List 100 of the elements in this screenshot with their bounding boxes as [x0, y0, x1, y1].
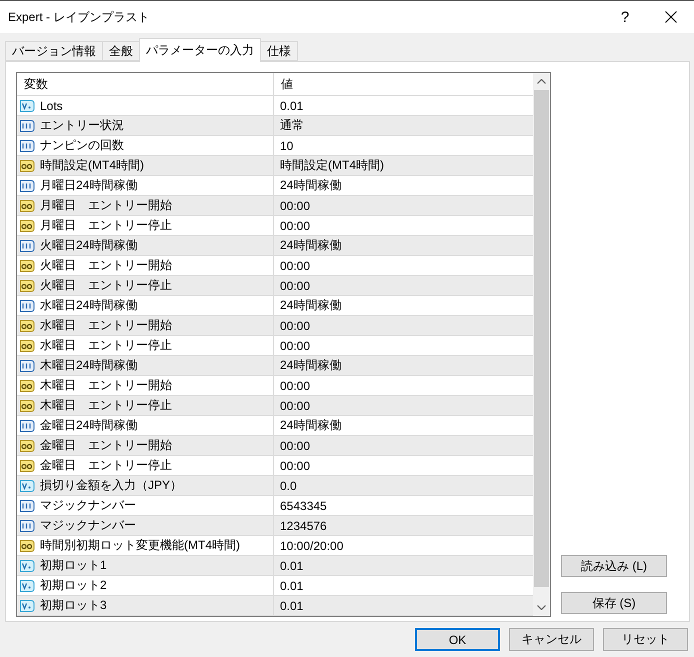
parameter-row[interactable]: 月曜日 エントリー停止 00:00 [17, 216, 533, 236]
type-icon [19, 418, 35, 434]
tab[interactable]: パラメーターの入力 [139, 38, 261, 62]
chevron-down-icon[interactable] [537, 605, 546, 610]
parameter-row[interactable]: マジックナンバー 6543345 [17, 496, 533, 516]
parameter-value[interactable]: 0.01 [274, 556, 533, 575]
parameter-value[interactable]: 24時間稼働 [274, 296, 533, 315]
parameter-value[interactable]: 00:00 [274, 336, 533, 355]
parameter-value[interactable]: 通常 [274, 116, 533, 135]
parameter-name: 損切り金額を入力（JPY） [40, 477, 182, 494]
cancel-button[interactable]: キャンセル [509, 628, 594, 651]
column-header[interactable]: 変数 [17, 73, 274, 95]
tab[interactable]: 全般 [102, 41, 140, 61]
parameter-name: 火曜日24時間稼働 [40, 237, 138, 254]
parameter-row[interactable]: Lots 0.01 [17, 96, 533, 116]
type-icon [19, 518, 35, 534]
parameter-row[interactable]: 水曜日 エントリー開始 00:00 [17, 316, 533, 336]
parameter-value[interactable]: 24時間稼働 [274, 416, 533, 435]
parameter-value[interactable]: 00:00 [274, 436, 533, 455]
scroll-thumb[interactable] [534, 90, 549, 587]
parameter-value[interactable]: 24時間稼働 [274, 176, 533, 195]
type-icon [19, 398, 35, 414]
parameter-value[interactable]: 0.0 [274, 476, 533, 495]
parameter-row[interactable]: 損切り金額を入力（JPY） 0.0 [17, 476, 533, 496]
parameter-value[interactable]: 00:00 [274, 376, 533, 395]
parameter-row[interactable]: 金曜日 エントリー開始 00:00 [17, 436, 533, 456]
parameter-row[interactable]: 木曜日 エントリー停止 00:00 [17, 396, 533, 416]
type-icon [19, 118, 35, 134]
type-icon [19, 458, 35, 474]
parameter-row[interactable]: 月曜日24時間稼働 24時間稼働 [17, 176, 533, 196]
type-icon [19, 158, 35, 174]
type-icon [19, 298, 35, 314]
parameter-value[interactable]: 00:00 [274, 216, 533, 235]
parameter-value[interactable]: 時間設定(MT4時間) [274, 156, 533, 175]
save-button[interactable]: 保存 (S) [561, 592, 667, 614]
parameter-row[interactable]: 初期ロット1 0.01 [17, 556, 533, 576]
parameter-value[interactable]: 00:00 [274, 276, 533, 295]
parameter-row[interactable]: 火曜日 エントリー開始 00:00 [17, 256, 533, 276]
parameter-row[interactable]: 時間別初期ロット変更機能(MT4時間) 10:00/20:00 [17, 536, 533, 556]
parameter-row[interactable]: エントリー状況 通常 [17, 116, 533, 136]
tab[interactable]: バージョン情報 [5, 41, 103, 61]
parameter-row[interactable]: 時間設定(MT4時間) 時間設定(MT4時間) [17, 156, 533, 176]
parameter-name: 初期ロット3 [40, 597, 107, 614]
parameter-value[interactable]: 00:00 [274, 456, 533, 475]
parameter-row[interactable]: 木曜日 エントリー開始 00:00 [17, 376, 533, 396]
parameter-row[interactable]: 火曜日 エントリー停止 00:00 [17, 276, 533, 296]
parameter-value[interactable]: 6543345 [274, 496, 533, 515]
parameter-name: 火曜日 エントリー開始 [40, 257, 172, 274]
chevron-up-icon[interactable] [537, 79, 546, 84]
type-icon [19, 438, 35, 454]
parameter-name: ナンピンの回数 [40, 137, 124, 154]
parameter-row[interactable]: 金曜日24時間稼働 24時間稼働 [17, 416, 533, 436]
type-icon [19, 98, 35, 114]
parameter-row[interactable]: 月曜日 エントリー開始 00:00 [17, 196, 533, 216]
parameter-name: マジックナンバー [40, 497, 136, 514]
parameter-value[interactable]: 24時間稼働 [274, 236, 533, 255]
type-icon [19, 198, 35, 214]
parameter-value[interactable]: 0.01 [274, 96, 533, 115]
type-icon [19, 178, 35, 194]
parameter-name: 水曜日 エントリー停止 [40, 337, 172, 354]
help-button[interactable]: ? [602, 1, 648, 33]
parameter-name: 時間別初期ロット変更機能(MT4時間) [40, 537, 240, 554]
parameter-value[interactable]: 00:00 [274, 256, 533, 275]
parameter-row[interactable]: 水曜日24時間稼働 24時間稼働 [17, 296, 533, 316]
tab[interactable]: 仕様 [260, 41, 298, 61]
parameter-value[interactable]: 1234576 [274, 516, 533, 535]
type-icon [19, 358, 35, 374]
parameter-value[interactable]: 10 [274, 136, 533, 155]
parameter-row[interactable]: 火曜日24時間稼働 24時間稼働 [17, 236, 533, 256]
parameter-name: 木曜日24時間稼働 [40, 357, 138, 374]
parameter-value[interactable]: 0.01 [274, 596, 533, 615]
parameter-name: マジックナンバー [40, 517, 136, 534]
parameter-row[interactable]: 水曜日 エントリー停止 00:00 [17, 336, 533, 356]
parameter-row[interactable]: 木曜日24時間稼働 24時間稼働 [17, 356, 533, 376]
parameter-name: 時間設定(MT4時間) [40, 157, 144, 174]
parameter-value[interactable]: 24時間稼働 [274, 356, 533, 375]
parameter-name: 水曜日24時間稼働 [40, 297, 138, 314]
parameter-name: 月曜日 エントリー開始 [40, 197, 172, 214]
parameter-row[interactable]: 金曜日 エントリー停止 00:00 [17, 456, 533, 476]
parameter-row[interactable]: ナンピンの回数 10 [17, 136, 533, 156]
parameter-value[interactable]: 00:00 [274, 196, 533, 215]
parameter-name: 金曜日 エントリー停止 [40, 457, 172, 474]
parameter-name: 金曜日 エントリー開始 [40, 437, 172, 454]
parameter-value[interactable]: 00:00 [274, 396, 533, 415]
type-icon [19, 238, 35, 254]
parameter-name: 月曜日 エントリー停止 [40, 217, 172, 234]
vertical-scrollbar[interactable] [533, 73, 550, 616]
parameter-value[interactable]: 10:00/20:00 [274, 536, 533, 555]
type-icon [19, 478, 35, 494]
column-header[interactable]: 値 [274, 73, 533, 95]
parameter-row[interactable]: マジックナンバー 1234576 [17, 516, 533, 536]
ok-button[interactable]: OK [415, 628, 500, 651]
parameter-value[interactable]: 0.01 [274, 576, 533, 595]
parameter-name: エントリー状況 [40, 117, 124, 134]
load-button[interactable]: 読み込み (L) [561, 555, 667, 577]
parameter-value[interactable]: 00:00 [274, 316, 533, 335]
parameter-name: 初期ロット2 [40, 577, 107, 594]
parameter-row[interactable]: 初期ロット3 0.01 [17, 596, 533, 616]
parameter-row[interactable]: 初期ロット2 0.01 [17, 576, 533, 596]
reset-button[interactable]: リセット [603, 628, 688, 651]
